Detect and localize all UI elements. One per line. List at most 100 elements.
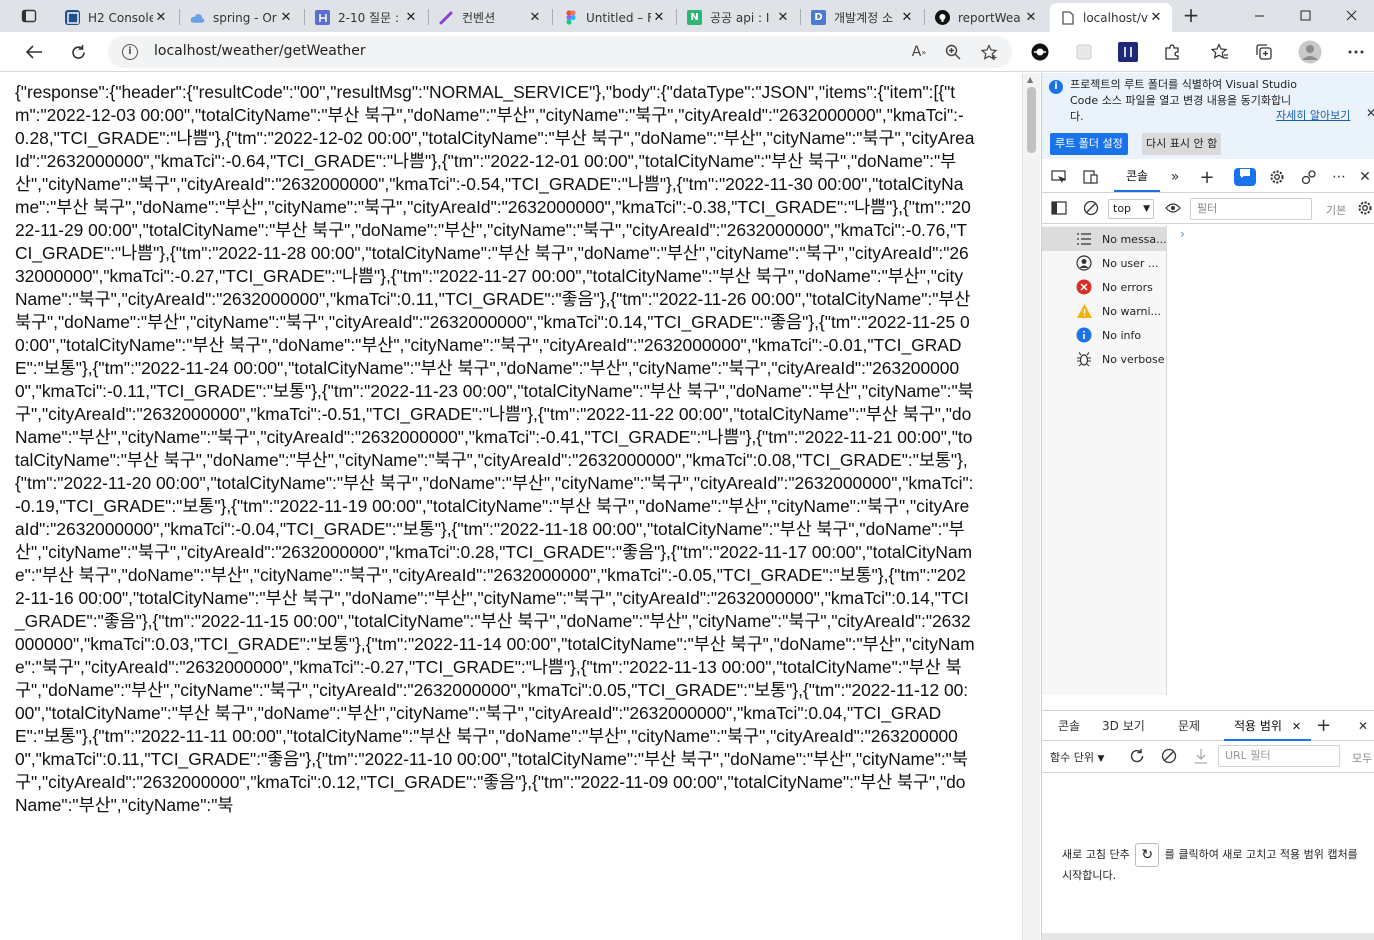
sidebar-item-warnings[interactable]: No warni...	[1042, 299, 1167, 323]
sidebar-item-info[interactable]: No info	[1042, 323, 1167, 347]
tab-actions-icon[interactable]	[20, 7, 38, 25]
set-root-folder-button[interactable]: 루트 폴더 설정	[1050, 133, 1128, 155]
tab-h2-console[interactable]: H2 Console ✕	[55, 3, 177, 32]
extension-grey-icon[interactable]	[1072, 40, 1096, 64]
device-emulation-icon[interactable]	[1082, 168, 1100, 186]
devtools-horizontal-scrollbar[interactable]	[1042, 933, 1374, 940]
close-icon[interactable]: ✕	[278, 10, 294, 25]
drawer-tab-coverage[interactable]: 적용 범위 ✕	[1224, 711, 1312, 741]
tab-figma-untitled[interactable]: Untitled – F ✕	[553, 3, 675, 32]
clear-coverage-icon[interactable]	[1160, 747, 1178, 765]
tab-console[interactable]: 콘솔	[1114, 161, 1160, 192]
sidebar-item-label: No user ...	[1102, 256, 1159, 270]
inspect-element-icon[interactable]	[1050, 168, 1068, 186]
sidebar-item-verbose[interactable]: No verbose	[1042, 347, 1167, 371]
list-icon	[1075, 230, 1093, 248]
console-filter-input[interactable]: 필터	[1190, 198, 1312, 220]
zoom-icon[interactable]	[942, 41, 964, 63]
more-menu-icon[interactable]	[1344, 40, 1368, 64]
tab-title: reportWea	[958, 10, 1021, 25]
console-filter-bar: top ▼ 필터 기본	[1042, 194, 1374, 224]
tab-spring[interactable]: spring - Or ✕	[180, 3, 302, 32]
sidebar-item-label: No messa...	[1102, 232, 1167, 246]
sidebar-item-user-messages[interactable]: No user ...	[1042, 251, 1167, 275]
customize-icon[interactable]	[1300, 168, 1318, 186]
extensions-puzzle-icon[interactable]	[1160, 40, 1184, 64]
eye-icon[interactable]	[1164, 199, 1182, 217]
tab-title: spring - Or	[213, 10, 277, 25]
clear-console-icon[interactable]	[1082, 199, 1100, 217]
address-bar[interactable]: i localhost/weather/getWeather A»	[108, 36, 1012, 68]
context-select[interactable]: top ▼	[1108, 199, 1154, 219]
page-scrollbar[interactable]: ▲	[1022, 73, 1040, 940]
favorites-icon[interactable]	[1208, 40, 1232, 64]
tab-2-10-question[interactable]: 2-10 질문 : ✕	[305, 3, 427, 32]
console-sidebar: No messa... No user ... No errors No war…	[1042, 225, 1167, 695]
tab-localhost-active[interactable]: localhost/v ✕	[1050, 3, 1172, 32]
close-icon[interactable]: ✕	[527, 10, 543, 25]
coverage-toolbar: 함수 단위 ▼ URL 필터 모두	[1042, 741, 1374, 773]
tab-strip: H2 Console ✕ spring - Or ✕ 2-10 질문 : ✕ 컨…	[0, 0, 1374, 32]
banner-close-icon[interactable]: ✕	[1366, 106, 1374, 120]
back-button[interactable]	[22, 40, 46, 64]
figma-icon	[563, 10, 578, 25]
tab-dev-account[interactable]: D 개발계정 소 ✕	[801, 3, 923, 32]
url-filter-input[interactable]: URL 필터	[1218, 745, 1340, 767]
reload-icon[interactable]: ↻	[1135, 843, 1160, 867]
close-icon[interactable]: ✕	[775, 10, 791, 25]
log-level-select[interactable]: 기본	[1326, 202, 1346, 218]
sidebar-item-errors[interactable]: No errors	[1042, 275, 1167, 299]
issues-badge[interactable]	[1234, 168, 1256, 186]
more-options-icon[interactable]: ⋯	[1330, 168, 1348, 186]
info-icon[interactable]: i	[122, 44, 138, 60]
add-tab-icon[interactable]: +	[1198, 167, 1216, 188]
extension-code-icon[interactable]	[1116, 40, 1140, 64]
refresh-button[interactable]	[66, 40, 90, 64]
tab-title: localhost/v	[1083, 10, 1148, 25]
close-icon[interactable]: ✕	[899, 10, 915, 25]
learn-more-link[interactable]: 자세히 알아보기	[1276, 107, 1350, 123]
close-icon[interactable]: ✕	[153, 10, 169, 25]
drawer-add-tab-icon[interactable]: +	[1316, 711, 1331, 741]
scrollbar-thumb[interactable]	[1027, 87, 1036, 153]
close-icon[interactable]: ✕	[1023, 10, 1039, 25]
export-download-icon[interactable]	[1192, 747, 1210, 765]
content-type-select[interactable]: 모두	[1352, 750, 1372, 766]
console-prompt-chevron-icon[interactable]: ›	[1180, 227, 1185, 241]
close-icon[interactable]: ✕	[1292, 720, 1301, 733]
close-icon[interactable]: ✕	[403, 10, 419, 25]
reload-coverage-icon[interactable]	[1128, 747, 1146, 765]
sidebar-item-messages[interactable]: No messa...	[1042, 227, 1167, 251]
read-aloud-icon[interactable]: A»	[908, 41, 930, 63]
maximize-button[interactable]	[1282, 0, 1328, 30]
tab-github-reportweather[interactable]: reportWea ✕	[925, 3, 1047, 32]
close-devtools-icon[interactable]: ✕	[1356, 168, 1374, 186]
error-icon	[1075, 278, 1093, 296]
close-drawer-icon[interactable]: ✕	[1358, 711, 1368, 741]
tracking-icon[interactable]	[1028, 40, 1052, 64]
dont-show-again-button[interactable]: 다시 표시 안 함	[1142, 133, 1222, 155]
collections-icon[interactable]	[1252, 40, 1276, 64]
console-settings-gear-icon[interactable]	[1356, 199, 1374, 217]
drawer-tab-console[interactable]: 콘솔	[1058, 711, 1080, 741]
url-text[interactable]: localhost/weather/getWeather	[154, 43, 366, 59]
more-tabs-chevron-icon[interactable]: »	[1166, 168, 1184, 186]
drawer-tab-issues[interactable]: 문제	[1178, 711, 1200, 741]
new-tab-button[interactable]: +	[1180, 5, 1202, 27]
sidebar-toggle-icon[interactable]	[1050, 199, 1068, 217]
coverage-type-select[interactable]: 함수 단위 ▼	[1050, 749, 1104, 765]
devtools-panel: i 프로젝트의 루트 폴더를 식별하여 Visual Studio Code 소…	[1041, 73, 1374, 940]
browser-toolbar: i localhost/weather/getWeather A»	[0, 32, 1374, 72]
minimize-button[interactable]	[1236, 0, 1282, 30]
window-close-button[interactable]	[1328, 0, 1374, 30]
warning-icon	[1075, 302, 1093, 320]
drawer-tab-bar: 콘솔 3D 보기 문제 적용 범위 ✕ + ✕	[1042, 710, 1374, 741]
add-favorite-icon[interactable]	[978, 41, 1000, 63]
settings-gear-icon[interactable]	[1268, 168, 1286, 186]
close-icon[interactable]: ✕	[651, 10, 667, 25]
drawer-tab-3d-view[interactable]: 3D 보기	[1102, 711, 1145, 741]
tab-public-api[interactable]: N 공공 api : I ✕	[677, 3, 799, 32]
close-icon[interactable]: ✕	[1148, 10, 1164, 25]
tab-convention[interactable]: 컨벤션 ✕	[429, 3, 551, 32]
avatar[interactable]	[1298, 40, 1322, 64]
